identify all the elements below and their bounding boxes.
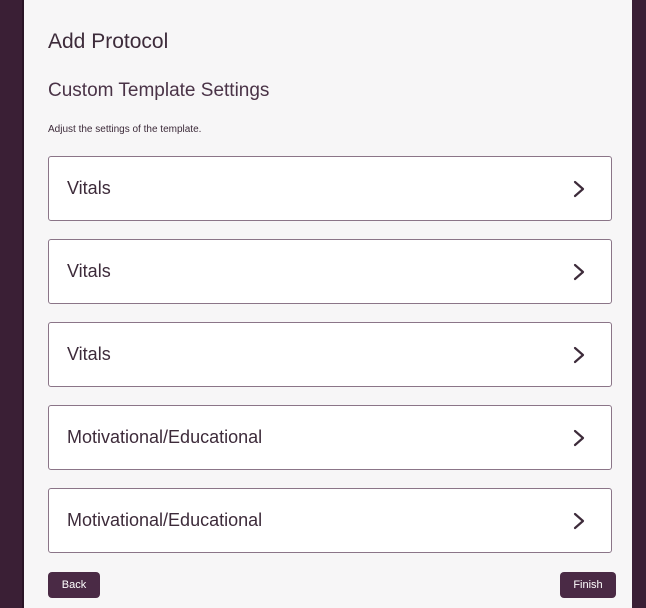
- settings-item-vitals-2[interactable]: Vitals: [48, 239, 612, 304]
- settings-item-vitals-1[interactable]: Vitals: [48, 156, 612, 221]
- frame-right-border: [632, 0, 646, 608]
- settings-item-label: Motivational/Educational: [67, 427, 263, 447]
- settings-item-motivational-2[interactable]: Motivational/Educational: [48, 488, 612, 553]
- chevron-right-icon: [569, 262, 589, 282]
- chevron-right-icon: [569, 345, 589, 365]
- settings-item-motivational-1[interactable]: Motivational/Educational: [48, 405, 612, 470]
- back-button[interactable]: Back: [48, 572, 100, 598]
- settings-item-vitals-3[interactable]: Vitals: [48, 322, 612, 387]
- settings-item-label: Vitals: [67, 344, 111, 364]
- section-title: Custom Template Settings: [48, 80, 270, 101]
- finish-button[interactable]: Finish: [560, 572, 616, 598]
- settings-item-label: Motivational/Educational: [67, 510, 263, 530]
- app-screen: Add Protocol Custom Template Settings Ad…: [0, 0, 646, 608]
- settings-item-label: Vitals: [67, 261, 111, 281]
- content-panel: Add Protocol Custom Template Settings Ad…: [24, 0, 632, 608]
- settings-list: Vitals Vitals Vitals Motivational/Educat…: [48, 156, 612, 571]
- section-description: Adjust the settings of the template.: [48, 124, 202, 135]
- chevron-right-icon: [569, 179, 589, 199]
- page-title: Add Protocol: [48, 30, 169, 53]
- frame-left-border: [0, 0, 24, 608]
- chevron-right-icon: [569, 511, 589, 531]
- settings-item-label: Vitals: [67, 178, 111, 198]
- chevron-right-icon: [569, 428, 589, 448]
